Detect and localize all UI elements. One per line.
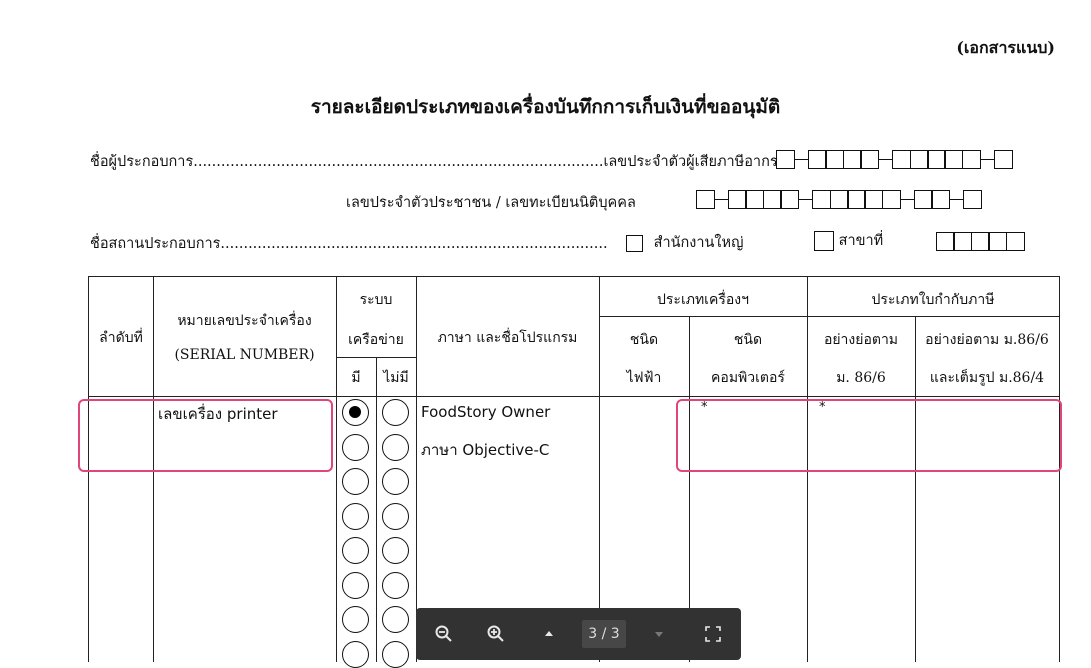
branch-label: สาขาที่ bbox=[838, 233, 884, 249]
network-no-radio[interactable] bbox=[382, 537, 409, 564]
header-serial-en: (SERIAL NUMBER) bbox=[174, 347, 315, 363]
header-invoice-type: ประเภทใบกำกับภาษี bbox=[871, 292, 995, 308]
network-yes-radio[interactable] bbox=[342, 606, 369, 633]
network-no-radio[interactable] bbox=[382, 433, 409, 461]
program-name-cell: FoodStory Owner bbox=[421, 403, 551, 421]
operator-name-line: ชื่อผู้ประกอบการ........................… bbox=[90, 154, 778, 170]
header-full-2: และเต็มรูป ม.86/4 bbox=[929, 370, 1045, 386]
header-language-program: ภาษา และชื่อโปรแกรม bbox=[437, 330, 578, 346]
network-yes-radio[interactable] bbox=[342, 468, 369, 495]
header-computer: ชนิด bbox=[733, 332, 763, 348]
header-machine-type: ประเภทเครื่องฯ bbox=[657, 292, 749, 308]
network-no-radio[interactable] bbox=[382, 399, 409, 426]
type-highlight-box bbox=[676, 399, 1062, 472]
branch-option[interactable]: สาขาที่ bbox=[814, 229, 883, 252]
citizen-id-boxes bbox=[696, 190, 983, 209]
citizen-id-label: เลขประจำตัวประชาชน / เลขทะเบียนนิติบุคคล bbox=[346, 195, 636, 211]
network-no-radio[interactable] bbox=[382, 571, 409, 599]
network-no-radio[interactable] bbox=[382, 640, 409, 668]
network-no-radio[interactable] bbox=[382, 606, 409, 633]
fullscreen-icon[interactable] bbox=[701, 622, 725, 646]
header-electric: ชนิด bbox=[629, 332, 659, 348]
header-serial: หมายเลขประจำเครื่อง bbox=[177, 313, 312, 329]
header-abbreviated: อย่างย่อตาม bbox=[823, 332, 899, 348]
head-office-label: สำนักงานใหญ่ bbox=[653, 235, 744, 251]
serial-highlight-box bbox=[78, 399, 333, 472]
header-network-yes: มี bbox=[351, 370, 361, 386]
branch-number-boxes bbox=[936, 232, 1025, 251]
header-order: ลำดับที่ bbox=[99, 330, 143, 346]
zoom-in-icon[interactable] bbox=[484, 622, 508, 646]
page-indicator[interactable]: 3 / 3 bbox=[582, 620, 626, 648]
branch-checkbox[interactable] bbox=[814, 231, 834, 251]
zoom-out-icon[interactable] bbox=[432, 622, 456, 646]
header-abbreviated-2: ม. 86/6 bbox=[836, 370, 886, 386]
annex-label: (เอกสารแนบ) bbox=[956, 38, 1055, 57]
page-up-icon[interactable] bbox=[537, 622, 561, 646]
header-computer-2: คอมพิวเตอร์ bbox=[711, 370, 785, 386]
language-cell: ภาษา Objective-C bbox=[421, 441, 550, 459]
network-yes-radio[interactable] bbox=[342, 399, 369, 426]
network-yes-radio[interactable] bbox=[342, 502, 369, 530]
network-yes-radio[interactable] bbox=[342, 433, 369, 461]
header-network-no: ไม่มี bbox=[383, 370, 409, 386]
header-electric-2: ไฟฟ้า bbox=[626, 370, 662, 386]
header-full: อย่างย่อตาม ม.86/6 bbox=[925, 332, 1049, 348]
header-network: ระบบ bbox=[359, 292, 393, 308]
tax-id-boxes bbox=[776, 150, 1013, 169]
network-yes-radio[interactable] bbox=[342, 537, 369, 564]
selected-dot-icon bbox=[349, 406, 361, 418]
network-yes-radio[interactable] bbox=[342, 571, 369, 599]
document-title: รายละเอียดประเภทของเครื่องบันทึกการเก็บเ… bbox=[310, 96, 781, 118]
network-no-radio[interactable] bbox=[382, 502, 409, 530]
pdf-viewer-toolbar: 3 / 3 bbox=[416, 608, 741, 660]
head-office-checkbox[interactable] bbox=[626, 234, 643, 252]
premises-name-line: ชื่อสถานประกอบการ.......................… bbox=[90, 236, 608, 252]
head-office-option[interactable]: สำนักงานใหญ่ bbox=[626, 231, 743, 254]
network-no-radio[interactable] bbox=[382, 468, 409, 495]
page-down-icon[interactable] bbox=[647, 622, 671, 646]
machine-detail-table: ลำดับที่ หมายเลขประจำเครื่อง (SERIAL NUM… bbox=[78, 276, 1062, 668]
network-yes-radio[interactable] bbox=[342, 640, 369, 668]
header-network-2: เครือข่าย bbox=[348, 332, 404, 348]
